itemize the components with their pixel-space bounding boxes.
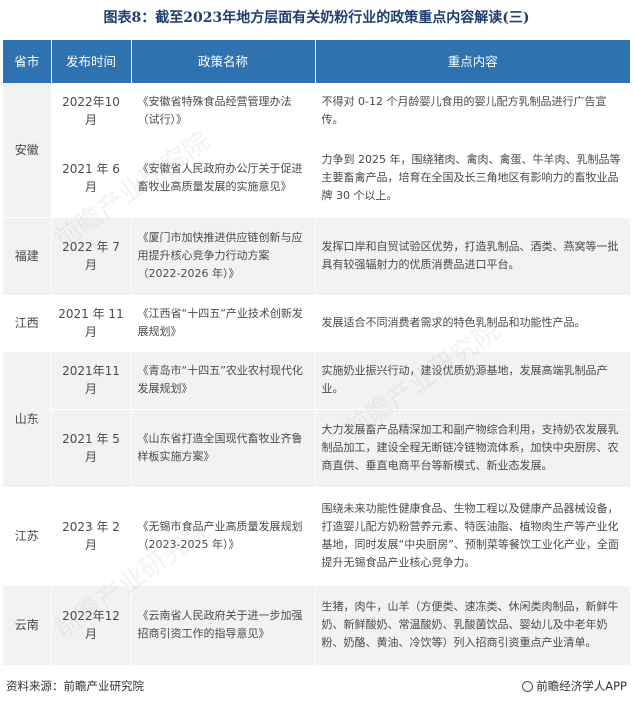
province-cell: 江苏 (3, 487, 52, 586)
policy-name-cell: 《江西省“十四五”产业技术创新发展规划》 (131, 295, 316, 352)
header-policy-name: 政策名称 (131, 40, 316, 83)
key-content-cell: 实施奶业振兴行动，建设优质奶源基地，发展高端乳制品产业。 (315, 351, 630, 410)
app-credit: 前瞻经济学人APP (522, 678, 627, 694)
key-content-cell: 发展适合不同消费者需求的特色乳制品和功能性产品。 (315, 295, 630, 352)
table-row: 云南 2022年12月 《云南省人民政府关于进一步加强招商引资工作的指导意见》 … (3, 585, 630, 666)
date-cell: 2021 年 11 月 (51, 295, 132, 352)
source-note: 资料来源：前瞻产业研究院 (6, 679, 144, 693)
policy-table: 省市 发布时间 政策名称 重点内容 安徽 2022年10月 《安徽省特殊食品经营… (3, 40, 630, 666)
date-cell: 2021年11月 (51, 351, 132, 410)
key-content-cell: 发挥口岸和自贸试验区优势，打造乳制品、酒类、燕窝等一批具有较强辐射力的优质消费品… (315, 217, 630, 296)
key-content-cell: 大力发展畜产品精深加工和副产物综合利用，支持奶农发展乳制品加工，建设全程无断链冷… (315, 409, 630, 488)
table-row: 2021 年 5 月 《山东省打造全国现代畜牧业齐鲁样板实施方案》 大力发展畜产… (3, 409, 630, 488)
table-header-row: 省市 发布时间 政策名称 重点内容 (3, 40, 630, 83)
app-credit-label: 前瞻经济学人APP (536, 679, 627, 693)
table-row: 江苏 2023 年 2 月 《无锡市食品产业高质量发展规划（2023-2025 … (3, 487, 630, 586)
policy-name-cell: 《安徽省人民政府办公厅关于促进畜牧业高质量发展的实施意见》 (131, 139, 316, 218)
policy-name-cell: 《云南省人民政府关于进一步加强招商引资工作的指导意见》 (131, 585, 316, 666)
province-cell: 云南 (3, 585, 52, 666)
date-cell: 2022年12月 (51, 585, 132, 666)
table-row: 山东 2021年11月 《青岛市“十四五”农业农村现代化发展规划》 实施奶业振兴… (3, 351, 630, 488)
date-cell: 2021 年 5 月 (51, 409, 132, 488)
header-province: 省市 (3, 40, 52, 83)
policy-name-cell: 《青岛市“十四五”农业农村现代化发展规划》 (131, 351, 316, 410)
policy-name-cell: 《山东省打造全国现代畜牧业齐鲁样板实施方案》 (131, 409, 316, 488)
province-cell: 安徽 (3, 83, 52, 218)
date-cell: 2021 年 6 月 (51, 139, 132, 218)
province-cell: 江西 (3, 295, 52, 352)
policy-name-cell: 《厦门市加快推进供应链创新与应用提升核心竞争力行动方案（2022-2026 年）… (131, 217, 316, 296)
header-date: 发布时间 (51, 40, 132, 83)
province-cell: 山东 (3, 351, 52, 488)
policy-name-cell: 《无锡市食品产业高质量发展规划（2023-2025 年）》 (131, 487, 316, 586)
date-cell: 2022 年 7 月 (51, 217, 132, 296)
date-cell: 2023 年 2 月 (51, 487, 132, 586)
key-content-cell: 生猪，肉牛，山羊（方便类、速冻类、休闲类肉制品，新鲜牛奶、新鲜酸奶、常温酸奶、乳… (315, 585, 630, 666)
table-row: 2021 年 6 月 《安徽省人民政府办公厅关于促进畜牧业高质量发展的实施意见》… (3, 139, 630, 218)
date-cell: 2022年10月 (51, 83, 132, 140)
table-row: 江西 2021 年 11 月 《江西省“十四五”产业技术创新发展规划》 发展适合… (3, 295, 630, 352)
key-content-cell: 力争到 2025 年，围绕猪肉、禽肉、禽蛋、牛羊肉、乳制品等主要畜禽产品，培育在… (315, 139, 630, 218)
key-content-cell: 围绕未来功能性健康食品、生物工程以及健康产品器械设备，打造婴儿配方奶粉营养元素、… (315, 487, 630, 586)
table-row: 福建 2022 年 7 月 《厦门市加快推进供应链创新与应用提升核心竞争力行动方… (3, 217, 630, 296)
key-content-cell: 不得对 0-12 个月龄婴儿食用的婴儿配方乳制品进行广告宣传。 (315, 83, 630, 140)
policy-name-cell: 《安徽省特殊食品经营管理办法（试行）》 (131, 83, 316, 140)
province-cell: 福建 (3, 217, 52, 296)
table-row: 安徽 2022年10月 《安徽省特殊食品经营管理办法（试行）》 不得对 0-12… (3, 83, 630, 218)
header-key-content: 重点内容 (315, 40, 630, 83)
app-logo-icon (522, 680, 534, 692)
chart-title: 图表8：截至2023年地方层面有关奶粉行业的政策重点内容解读(三) (103, 10, 530, 26)
